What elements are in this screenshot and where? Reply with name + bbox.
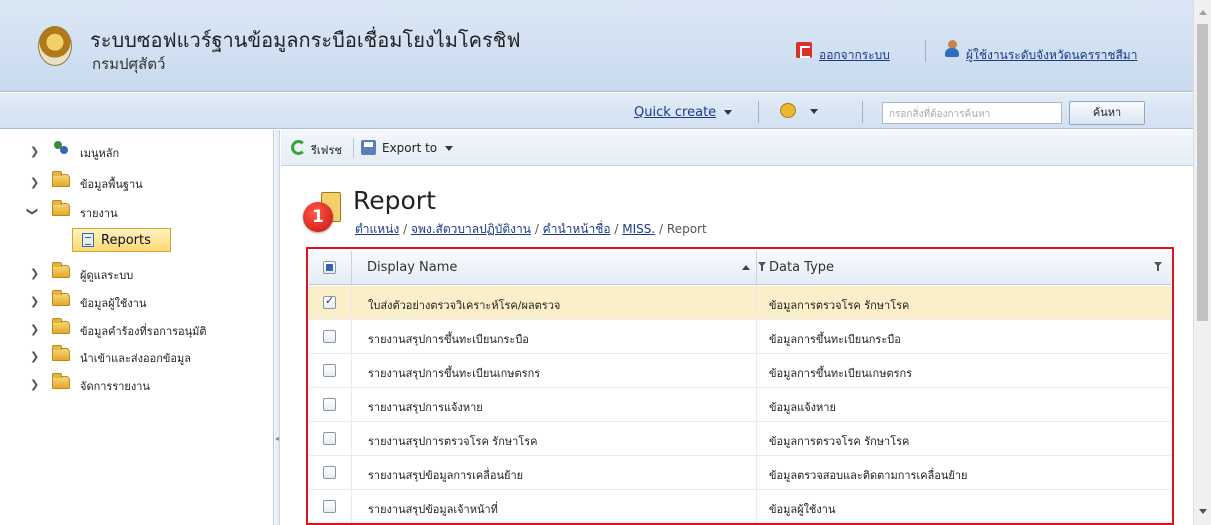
folder-icon (52, 262, 70, 278)
main-menu-icon (52, 141, 70, 157)
vertical-scrollbar[interactable] (1193, 0, 1211, 525)
chevron-right-icon[interactable]: ❯ (30, 267, 39, 280)
sidebar-item-administrator[interactable]: ❯ ผู้ดูแลระบบ (0, 260, 270, 286)
toolbar-divider (353, 138, 354, 158)
theme-chevron-down-icon[interactable] (810, 109, 818, 114)
sidebar-item-label: จัดการรายงาน (80, 380, 150, 393)
export-button[interactable]: Export to (382, 141, 454, 155)
export-label: Export to (382, 141, 438, 155)
chevron-down-icon (445, 146, 454, 151)
sidebar-item-pending-requests[interactable]: ❯ ข้อมูลคำร้องที่รอการอนุมัติ (0, 316, 270, 342)
action-toolbar: รีเฟรช Export to (281, 130, 1193, 166)
app-header: ระบบซอฟแวร์ฐานข้อมูลกระบือเชื่อมโยงไมโคร… (0, 0, 1193, 92)
chevron-right-icon[interactable]: ❯ (30, 176, 39, 189)
search-input[interactable]: กรอกสิ่งที่ต้องการค้นหา (882, 102, 1062, 124)
department-logo (38, 26, 72, 66)
sidebar-item-reports[interactable]: Reports (72, 228, 171, 252)
sidebar-item-user-data[interactable]: ❯ ข้อมูลผู้ใช้งาน (0, 288, 270, 314)
user-icon (944, 40, 960, 58)
header-divider (925, 40, 926, 62)
chevron-down-icon[interactable]: ❯ (26, 207, 39, 216)
main-content: รีเฟรช Export to 1 Report ตำแหน่ง / จพง.… (281, 130, 1193, 525)
scroll-up-arrow-icon[interactable] (1199, 10, 1207, 15)
sidebar-item-basic-data[interactable]: ❯ ข้อมูลพื้นฐาน (0, 169, 270, 195)
folder-icon (52, 373, 70, 389)
navigation-sidebar: ❯ เมนูหลัก ❯ ข้อมูลพื้นฐาน ❯ รายงาน Repo… (0, 130, 274, 525)
chevron-down-icon (724, 110, 733, 115)
page-title: Report (353, 186, 436, 215)
sidebar-item-reports-folder[interactable]: ❯ รายงาน (0, 198, 270, 224)
toolbar-divider (758, 101, 759, 123)
sidebar-item-manage-reports[interactable]: ❯ จัดการรายงาน (0, 371, 270, 397)
breadcrumb-link[interactable]: จพง.สัตวบาลปฏิบัติงาน (411, 222, 531, 236)
breadcrumb-link[interactable]: MISS. (622, 222, 655, 236)
sidebar-splitter[interactable]: ◂ (275, 130, 280, 525)
logout-link[interactable]: ออกจากระบบ (819, 46, 890, 65)
sidebar-item-label: นำเข้าและส่งออกข้อมูล (80, 352, 191, 365)
sidebar-item-label: ข้อมูลคำร้องที่รอการอนุมัติ (80, 325, 207, 338)
breadcrumb-link[interactable]: ตำแหน่ง (355, 222, 399, 236)
breadcrumb-current: Report (666, 222, 707, 236)
breadcrumb: ตำแหน่ง / จพง.สัตวบาลปฏิบัติงาน / คำนำหน… (355, 222, 707, 236)
sidebar-item-import-export[interactable]: ❯ นำเข้าและส่งออกข้อมูล (0, 343, 270, 369)
folder-icon (52, 318, 70, 334)
scrollbar-thumb[interactable] (1197, 24, 1208, 321)
folder-icon (52, 171, 70, 187)
refresh-icon[interactable] (291, 140, 306, 155)
folder-icon (52, 200, 70, 216)
search-button[interactable]: ค้นหา (1069, 101, 1145, 125)
chevron-right-icon[interactable]: ❯ (30, 323, 39, 336)
scroll-down-arrow-icon[interactable] (1199, 509, 1207, 514)
folder-icon (52, 345, 70, 361)
folder-icon (52, 290, 70, 306)
chevron-right-icon[interactable]: ❯ (30, 350, 39, 363)
theme-palette-icon[interactable] (780, 103, 796, 118)
refresh-button[interactable]: รีเฟรช (311, 141, 342, 159)
sidebar-item-label: ข้อมูลผู้ใช้งาน (80, 297, 147, 310)
export-icon[interactable] (361, 140, 376, 155)
chevron-right-icon[interactable]: ❯ (30, 295, 39, 308)
sidebar-item-label: เมนูหลัก (80, 147, 120, 160)
sidebar-item-label: ข้อมูลพื้นฐาน (80, 178, 143, 191)
sidebar-item-label: Reports (101, 233, 151, 248)
sidebar-item-label: รายงาน (80, 207, 118, 220)
toolbar-divider (862, 101, 863, 123)
highlight-frame (306, 247, 1174, 525)
app-subtitle: กรมปศุสัตว์ (92, 55, 166, 73)
report-document-icon (82, 233, 94, 247)
quick-create-label: Quick create (634, 105, 717, 120)
logout-icon[interactable] (796, 42, 812, 58)
user-profile-link[interactable]: ผู้ใช้งานระดับจังหวัดนครราชสีมา (966, 46, 1137, 65)
collapse-arrow-icon[interactable]: ◂ (275, 434, 279, 443)
quick-create-menu[interactable]: Quick create (634, 105, 733, 120)
breadcrumb-link[interactable]: คำนำหน้าชื่อ (543, 222, 611, 236)
sidebar-item-label: ผู้ดูแลระบบ (80, 269, 134, 282)
top-toolbar: Quick create กรอกสิ่งที่ต้องการค้นหา ค้น… (0, 93, 1193, 129)
chevron-right-icon[interactable]: ❯ (30, 378, 39, 391)
chevron-right-icon[interactable]: ❯ (30, 145, 39, 158)
step-badge: 1 (303, 202, 333, 232)
sidebar-item-main-menu[interactable]: ❯ เมนูหลัก (0, 138, 270, 164)
